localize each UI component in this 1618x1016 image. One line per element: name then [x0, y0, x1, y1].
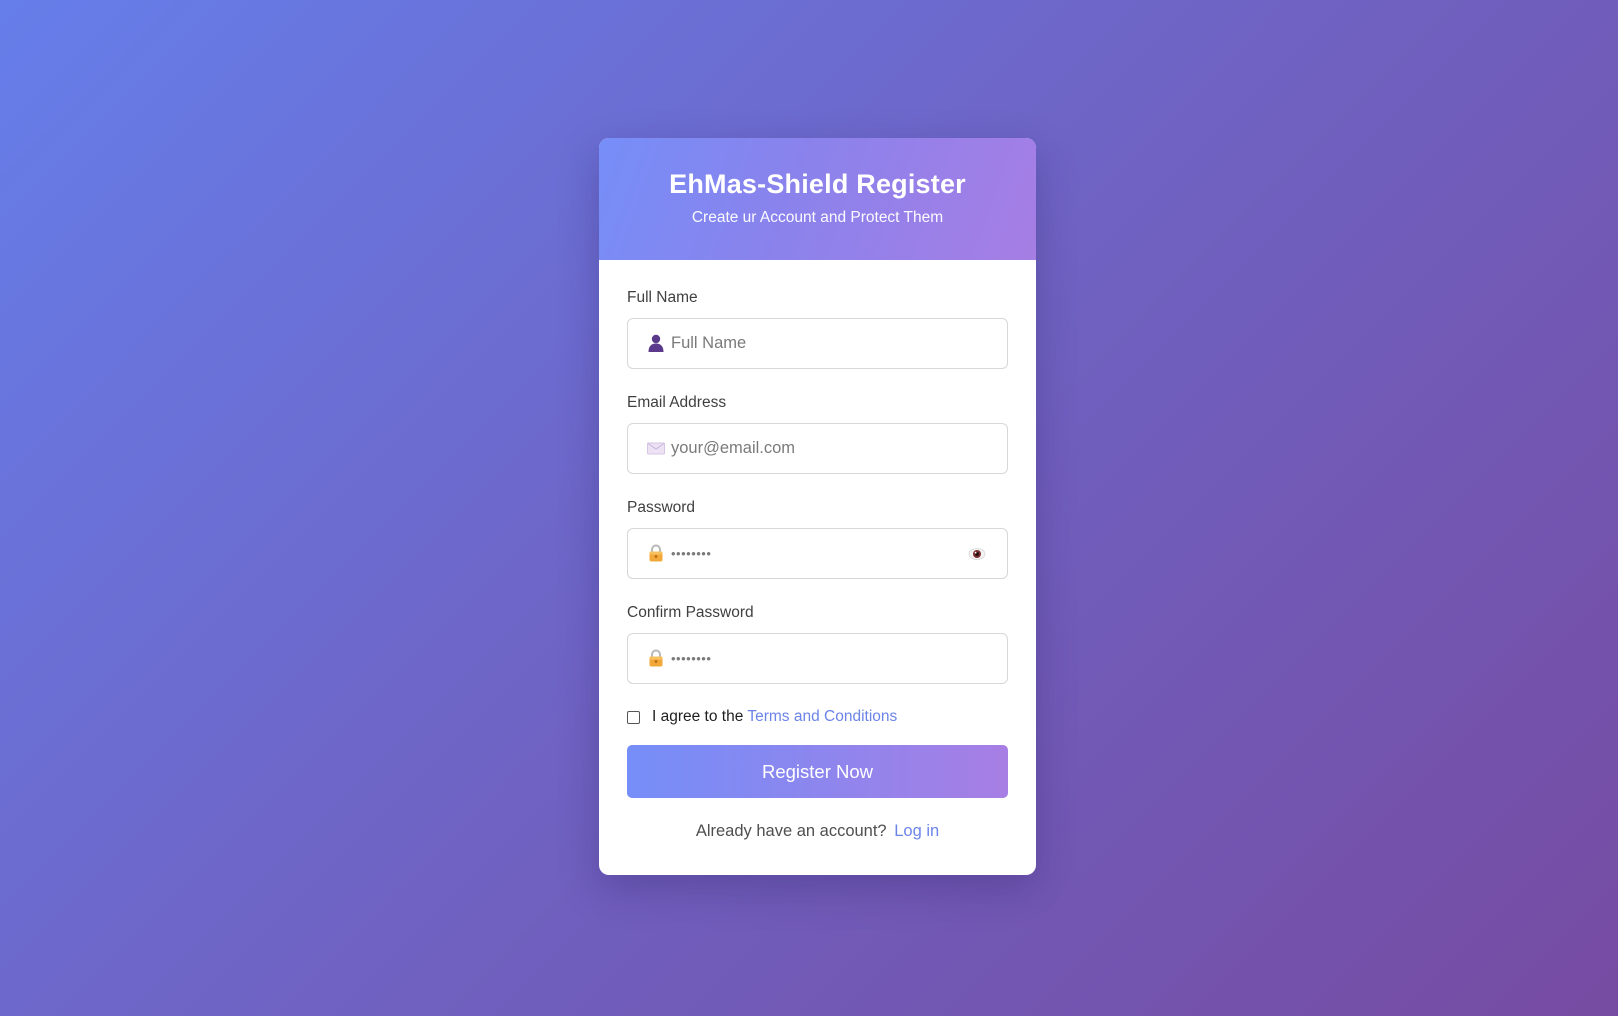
lock-icon: [646, 543, 666, 563]
email-input[interactable]: [671, 424, 971, 473]
login-prompt: Already have an account? Log in: [627, 820, 1008, 842]
page-title: EhMas-Shield Register: [669, 169, 966, 199]
password-label: Password: [627, 499, 696, 516]
envelope-icon: [646, 438, 666, 458]
email-field[interactable]: [627, 423, 1008, 474]
full-name-input[interactable]: [671, 319, 971, 368]
register-button[interactable]: Register Now: [627, 745, 1008, 798]
email-label: Email Address: [627, 394, 727, 411]
eye-icon[interactable]: [967, 544, 987, 564]
lock-icon: [646, 648, 666, 668]
login-prompt-text: Already have an account?: [695, 822, 887, 840]
full-name-field[interactable]: [627, 318, 1008, 369]
confirm-password-input[interactable]: [671, 634, 971, 683]
confirm-password-group: Confirm Password: [627, 603, 1008, 684]
terms-checkbox[interactable]: [627, 710, 640, 724]
register-form: Full Name Email Address: [599, 260, 1036, 842]
card-header: EhMas-Shield Register Create ur Account …: [599, 138, 1036, 260]
terms-link[interactable]: Terms and Conditions: [747, 708, 897, 726]
register-card: EhMas-Shield Register Create ur Account …: [599, 138, 1036, 875]
user-icon: [646, 333, 666, 353]
page-subtitle: Create ur Account and Protect Them: [691, 209, 944, 226]
password-input[interactable]: [671, 529, 971, 578]
full-name-group: Full Name: [627, 288, 1008, 369]
password-group: Password: [627, 498, 1008, 579]
password-field[interactable]: [627, 528, 1008, 579]
confirm-password-label: Confirm Password: [627, 604, 754, 621]
terms-row: I agree to the Terms and Conditions: [627, 706, 1008, 728]
login-link[interactable]: Log in: [894, 822, 939, 840]
full-name-label: Full Name: [627, 289, 698, 306]
confirm-password-field[interactable]: [627, 633, 1008, 684]
terms-text: I agree to the: [652, 708, 744, 725]
email-group: Email Address: [627, 393, 1008, 474]
